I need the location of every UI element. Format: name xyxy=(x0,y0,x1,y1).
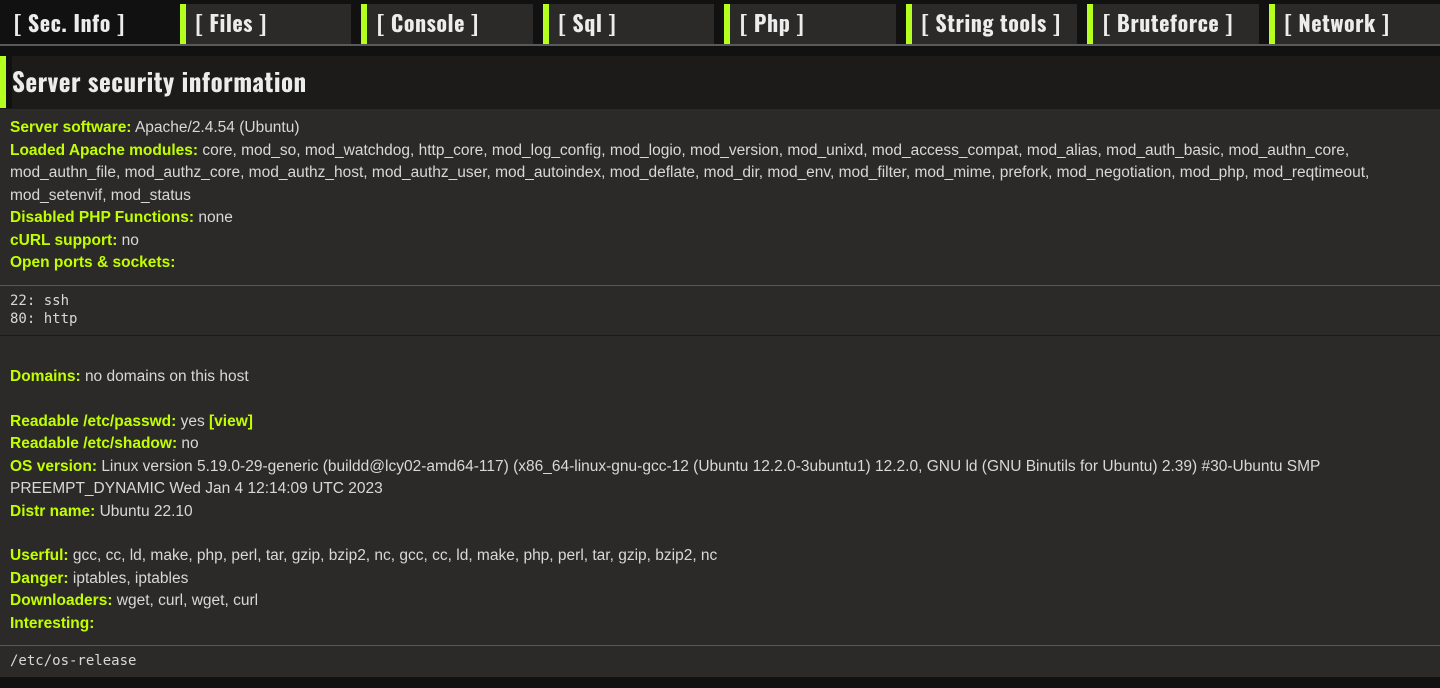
label-domains: Domains: xyxy=(10,368,81,385)
label-apache-modules: Loaded Apache modules: xyxy=(10,142,198,159)
value-apache-modules: core, mod_so, mod_watchdog, http_core, m… xyxy=(10,142,1369,204)
row-server-software: Server software: Apache/2.4.54 (Ubuntu) xyxy=(10,117,1430,139)
value-danger: iptables, iptables xyxy=(73,570,188,587)
value-curl: no xyxy=(122,232,139,249)
label-distr: Distr name: xyxy=(10,503,95,520)
row-shadow: Readable /etc/shadow: no xyxy=(10,433,1430,455)
value-distr: Ubuntu 22.10 xyxy=(100,503,193,520)
value-shadow: no xyxy=(181,435,198,452)
tab-sec-info[interactable]: [ Sec. Info ] xyxy=(0,4,170,44)
value-disabled-php: none xyxy=(198,209,232,226)
spacer xyxy=(10,389,1430,411)
tab-label: [ Sec. Info ] xyxy=(14,8,125,40)
label-danger: Danger: xyxy=(10,570,69,587)
link-view-passwd[interactable]: [view] xyxy=(209,413,253,430)
value-domains: no domains on this host xyxy=(85,368,249,385)
tab-console[interactable]: [ Console ] xyxy=(361,4,533,44)
info-panel-continued: Domains: no domains on this host Readabl… xyxy=(0,335,1440,645)
row-apache-modules: Loaded Apache modules: core, mod_so, mod… xyxy=(10,140,1430,207)
row-userful: Userful: gcc, cc, ld, make, php, perl, t… xyxy=(10,545,1430,567)
label-shadow: Readable /etc/shadow: xyxy=(10,435,177,452)
row-os: OS version: Linux version 5.19.0-29-gene… xyxy=(10,456,1430,501)
row-disabled-php: Disabled PHP Functions: none xyxy=(10,207,1430,229)
spacer xyxy=(10,523,1430,545)
label-open-ports: Open ports & sockets: xyxy=(10,254,175,271)
label-disabled-php: Disabled PHP Functions: xyxy=(10,209,194,226)
tab-label: [ Network ] xyxy=(1285,8,1390,40)
label-userful: Userful: xyxy=(10,547,69,564)
row-domains: Domains: no domains on this host xyxy=(10,366,1430,388)
label-passwd: Readable /etc/passwd: xyxy=(10,413,176,430)
interesting-block: /etc/os-release xyxy=(0,645,1440,677)
row-downloaders: Downloaders: wget, curl, wget, curl xyxy=(10,590,1430,612)
tab-label: [ Php ] xyxy=(740,8,804,40)
open-ports-block: 22: ssh 80: http xyxy=(0,285,1440,336)
value-os: Linux version 5.19.0-29-generic (buildd@… xyxy=(10,458,1320,497)
tab-sql[interactable]: [ Sql ] xyxy=(543,4,715,44)
tab-label: [ Console ] xyxy=(377,8,479,40)
section-title: Server security information xyxy=(12,63,307,100)
tab-label: [ Bruteforce ] xyxy=(1103,8,1233,40)
row-interesting: Interesting: xyxy=(10,613,1430,635)
value-server-software: Apache/2.4.54 (Ubuntu) xyxy=(135,119,300,136)
tab-label: [ Sql ] xyxy=(559,8,617,40)
value-userful: gcc, cc, ld, make, php, perl, tar, gzip,… xyxy=(73,547,717,564)
row-open-ports-label: Open ports & sockets: xyxy=(10,252,1430,274)
section-heading-bar: Server security information xyxy=(0,56,1440,108)
nav-tabs: [ Sec. Info ] [ Files ] [ Console ] [ Sq… xyxy=(0,0,1440,46)
row-curl: cURL support: no xyxy=(10,230,1430,252)
label-server-software: Server software: xyxy=(10,119,131,136)
info-panel: Server software: Apache/2.4.54 (Ubuntu) … xyxy=(0,108,1440,284)
label-os: OS version: xyxy=(10,458,97,475)
tab-files[interactable]: [ Files ] xyxy=(180,4,352,44)
label-interesting: Interesting: xyxy=(10,615,94,632)
label-downloaders: Downloaders: xyxy=(10,592,112,609)
tab-label: [ String tools ] xyxy=(922,8,1061,40)
tab-string-tools[interactable]: [ String tools ] xyxy=(906,4,1078,44)
tab-label: [ Files ] xyxy=(196,8,267,40)
row-distr: Distr name: Ubuntu 22.10 xyxy=(10,501,1430,523)
tab-php[interactable]: [ Php ] xyxy=(724,4,896,44)
value-passwd: yes xyxy=(181,413,209,430)
spacer xyxy=(10,344,1430,366)
row-passwd: Readable /etc/passwd: yes [view] xyxy=(10,411,1430,433)
tab-bruteforce[interactable]: [ Bruteforce ] xyxy=(1087,4,1259,44)
accent-stripe xyxy=(0,56,6,108)
label-curl: cURL support: xyxy=(10,232,117,249)
value-downloaders: wget, curl, wget, curl xyxy=(117,592,258,609)
row-danger: Danger: iptables, iptables xyxy=(10,568,1430,590)
tab-network[interactable]: [ Network ] xyxy=(1269,4,1440,44)
